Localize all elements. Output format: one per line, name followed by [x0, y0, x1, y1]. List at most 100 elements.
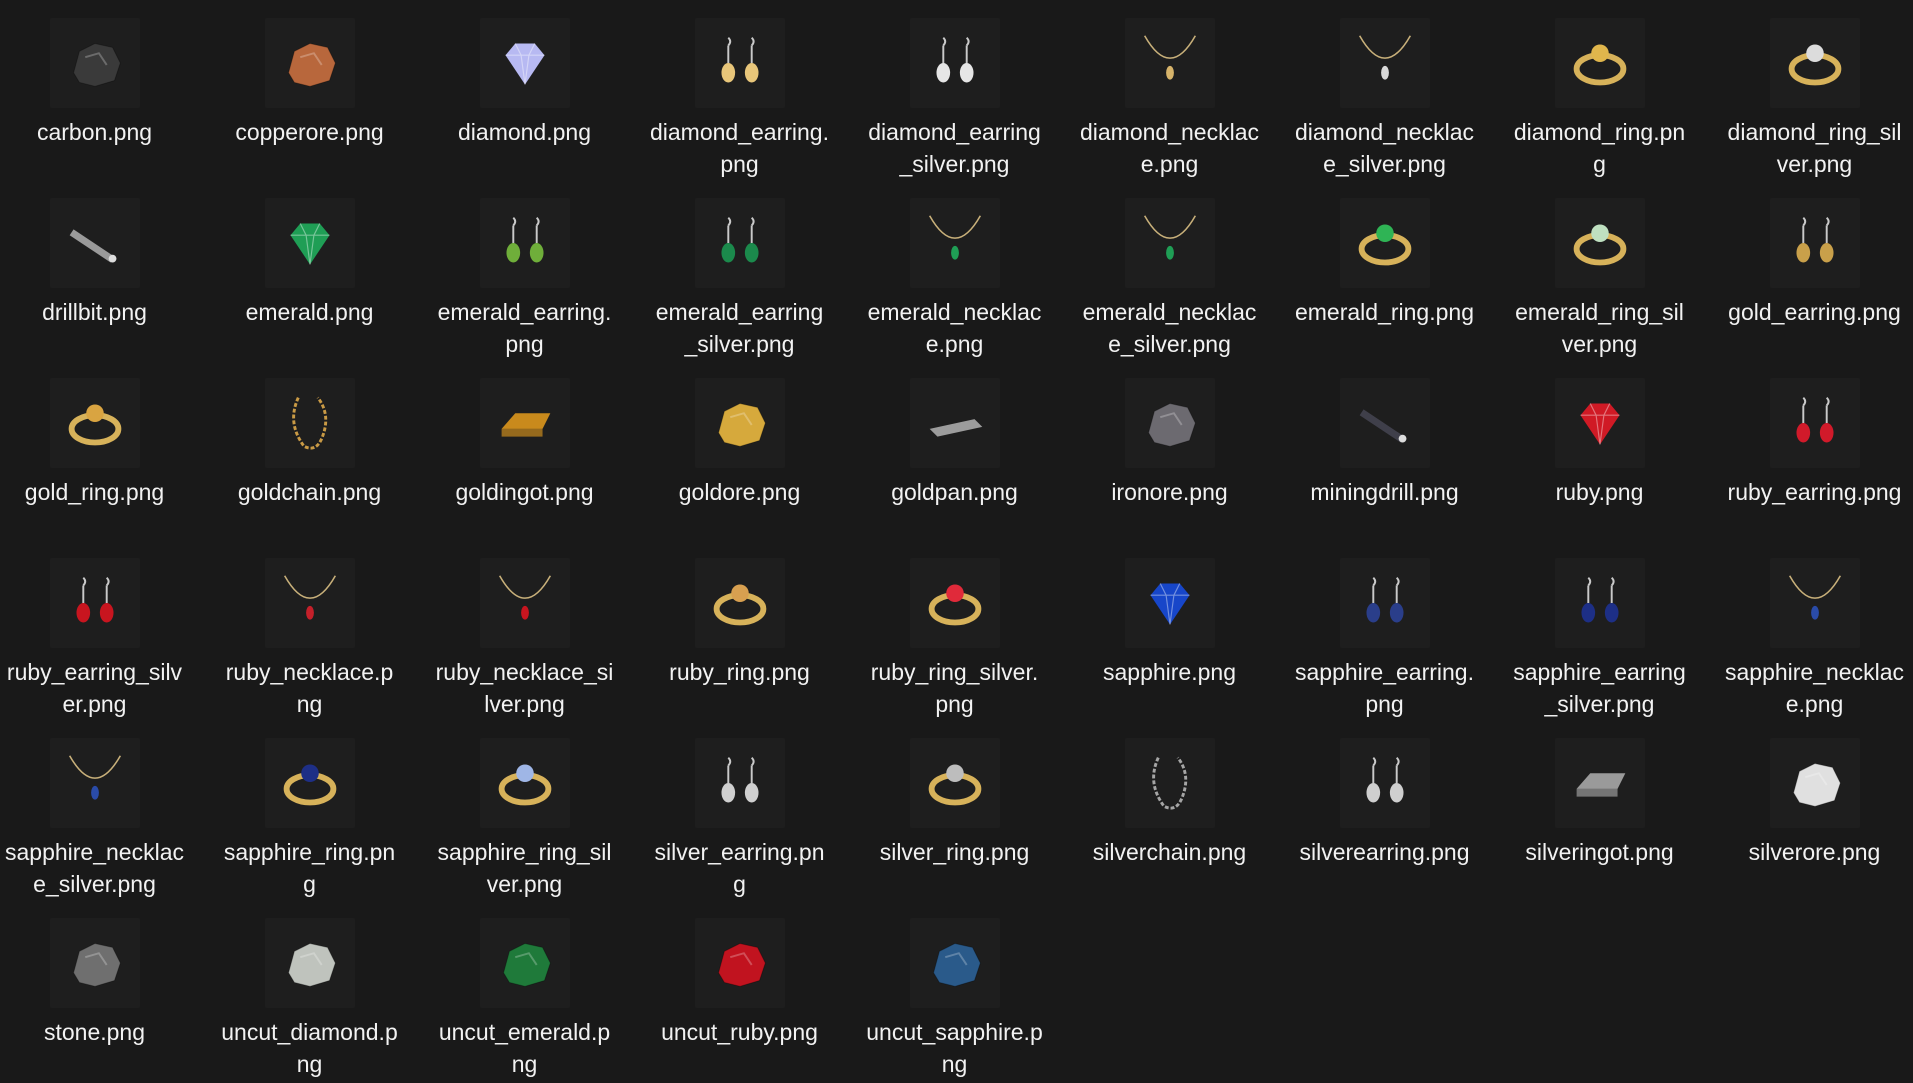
file-name: sapphire_ring.png: [223, 839, 396, 897]
file-thumbnail: [1124, 198, 1215, 288]
silver-chain-icon: [1151, 756, 1187, 810]
file-item[interactable]: sapphire.png: [1062, 540, 1277, 720]
file-item[interactable]: ruby_earring.png: [1707, 360, 1913, 540]
file-thumbnail: [1769, 18, 1860, 108]
file-thumbnail: [264, 918, 355, 1008]
file-item[interactable]: ruby.png: [1492, 360, 1707, 540]
file-name: ruby_earring_silver.png: [6, 659, 183, 717]
file-item[interactable]: uncut_diamond.png: [202, 900, 417, 1080]
file-name: stone.png: [43, 1019, 146, 1045]
file-item[interactable]: diamond_ring_silver.png: [1707, 0, 1913, 180]
file-item[interactable]: goldpan.png: [847, 360, 1062, 540]
file-thumbnail: [1124, 738, 1215, 828]
file-name: emerald_necklace.png: [867, 299, 1042, 357]
file-item[interactable]: ruby_ring.png: [632, 540, 847, 720]
file-item[interactable]: stone.png: [0, 900, 202, 1080]
emerald-gem-icon: [290, 223, 329, 265]
file-thumbnail: [1769, 738, 1860, 828]
file-item[interactable]: ruby_earring_silver.png: [0, 540, 202, 720]
file-item[interactable]: sapphire_ring.png: [202, 720, 417, 900]
file-name: ruby_ring_silver.png: [870, 659, 1039, 717]
diamond-ring-icon: [1573, 44, 1626, 86]
gold-ore-icon: [717, 402, 766, 447]
file-thumbnail: [49, 198, 140, 288]
file-thumbnail: [694, 918, 785, 1008]
file-item[interactable]: silver_ring.png: [847, 720, 1062, 900]
file-item[interactable]: ironore.png: [1062, 360, 1277, 540]
file-item[interactable]: emerald_ring_silver.png: [1492, 180, 1707, 360]
file-item[interactable]: goldchain.png: [202, 360, 417, 540]
uncut-sapphire-icon: [932, 942, 981, 987]
file-item[interactable]: emerald_necklace_silver.png: [1062, 180, 1277, 360]
file-item[interactable]: diamond_necklace.png: [1062, 0, 1277, 180]
file-item[interactable]: emerald_earring_silver.png: [632, 180, 847, 360]
stone-icon: [72, 942, 121, 987]
file-name: goldore.png: [678, 479, 801, 505]
file-name: ruby_necklace.png: [225, 659, 394, 717]
file-name: uncut_emerald.png: [438, 1019, 611, 1077]
sapphire-ring-silver-icon: [498, 764, 551, 806]
file-item[interactable]: uncut_ruby.png: [632, 900, 847, 1080]
file-item[interactable]: emerald_earring.png: [417, 180, 632, 360]
file-name: diamond_earring_silver.png: [868, 119, 1041, 177]
file-item[interactable]: sapphire_earring_silver.png: [1492, 540, 1707, 720]
file-item[interactable]: silverchain.png: [1062, 720, 1277, 900]
file-item[interactable]: silverore.png: [1707, 720, 1913, 900]
file-item[interactable]: goldingot.png: [417, 360, 632, 540]
file-item[interactable]: diamond_necklace_silver.png: [1277, 0, 1492, 180]
file-item[interactable]: gold_earring.png: [1707, 180, 1913, 360]
file-thumbnail: [1554, 738, 1645, 828]
file-item[interactable]: copperore.png: [202, 0, 417, 180]
file-item[interactable]: diamond_earring_silver.png: [847, 0, 1062, 180]
file-item[interactable]: uncut_sapphire.png: [847, 900, 1062, 1080]
file-item[interactable]: silverearring.png: [1277, 720, 1492, 900]
file-thumbnail: [909, 918, 1000, 1008]
emerald-earring-silver-icon: [720, 216, 759, 263]
file-item[interactable]: miningdrill.png: [1277, 360, 1492, 540]
file-item[interactable]: ruby_ring_silver.png: [847, 540, 1062, 720]
file-item[interactable]: ruby_necklace_silver.png: [417, 540, 632, 720]
file-thumbnail: [1554, 558, 1645, 648]
ruby-ring-silver-icon: [928, 584, 981, 626]
file-thumbnail: [1339, 738, 1430, 828]
sapphire-necklace-silver-icon: [68, 755, 121, 800]
gold-ring-icon: [68, 404, 121, 446]
file-item[interactable]: carbon.png: [0, 0, 202, 180]
file-item[interactable]: silver_earring.png: [632, 720, 847, 900]
file-item[interactable]: sapphire_necklace.png: [1707, 540, 1913, 720]
file-thumbnail: [479, 18, 570, 108]
sapphire-gem-icon: [1150, 583, 1189, 625]
file-thumbnail: [694, 378, 785, 468]
file-item[interactable]: sapphire_ring_silver.png: [417, 720, 632, 900]
file-item[interactable]: gold_ring.png: [0, 360, 202, 540]
gold-ingot-icon: [501, 413, 550, 437]
file-thumbnail: [264, 18, 355, 108]
file-item[interactable]: silveringot.png: [1492, 720, 1707, 900]
file-name: silver_earring.png: [654, 839, 825, 897]
file-item[interactable]: diamond.png: [417, 0, 632, 180]
file-item[interactable]: ruby_necklace.png: [202, 540, 417, 720]
file-item[interactable]: goldore.png: [632, 360, 847, 540]
file-item[interactable]: uncut_emerald.png: [417, 900, 632, 1080]
file-item[interactable]: diamond_ring.png: [1492, 0, 1707, 180]
file-name: miningdrill.png: [1310, 479, 1459, 505]
diamond-gem-icon: [505, 43, 544, 85]
file-thumbnail: [694, 558, 785, 648]
file-item[interactable]: emerald_necklace.png: [847, 180, 1062, 360]
file-item[interactable]: emerald.png: [202, 180, 417, 360]
file-item[interactable]: emerald_ring.png: [1277, 180, 1492, 360]
file-item[interactable]: sapphire_earring.png: [1277, 540, 1492, 720]
file-item[interactable]: sapphire_necklace_silver.png: [0, 720, 202, 900]
sapphire-necklace-icon: [1788, 575, 1841, 620]
file-name: goldpan.png: [891, 479, 1018, 505]
file-name: silverchain.png: [1092, 839, 1247, 865]
file-item[interactable]: diamond_earring.png: [632, 0, 847, 180]
file-name: silverore.png: [1748, 839, 1881, 865]
file-thumbnail: [49, 738, 140, 828]
file-item[interactable]: drillbit.png: [0, 180, 202, 360]
file-name: diamond_ring.png: [1513, 119, 1686, 177]
file-thumbnail: [909, 738, 1000, 828]
file-name: diamond_necklace.png: [1079, 119, 1259, 177]
gold-chain-icon: [291, 396, 327, 450]
file-name: copperore.png: [235, 119, 384, 145]
